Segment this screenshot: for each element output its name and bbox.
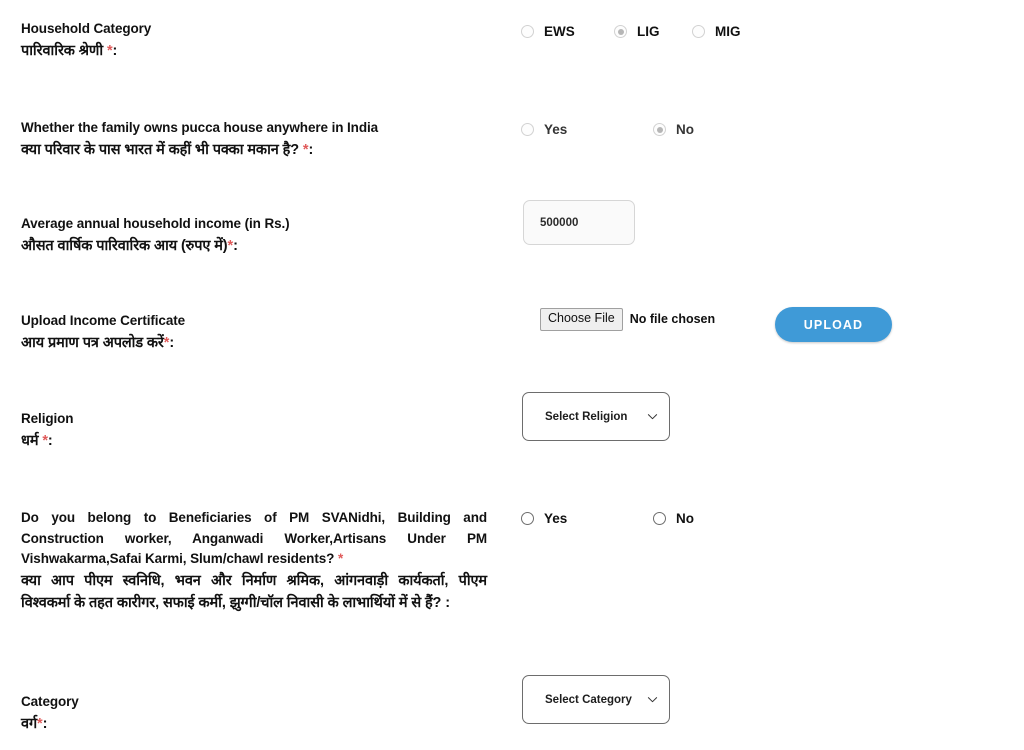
- category-label: Category वर्ग*:: [21, 692, 321, 735]
- upload-income-certificate-label: Upload Income Certificate आय प्रमाण पत्र…: [21, 311, 441, 354]
- choose-file-button[interactable]: Choose File: [540, 308, 623, 331]
- radio-label-yes: Yes: [544, 511, 568, 526]
- income-certificate-file-input[interactable]: Choose File No file chosen: [540, 308, 715, 331]
- upload-income-certificate-label-en: Upload Income Certificate: [21, 313, 186, 328]
- religion-label-en: Religion: [21, 411, 74, 426]
- chevron-down-icon: [647, 411, 658, 422]
- radio-option-lig[interactable]: LIG: [614, 24, 692, 39]
- upload-button[interactable]: UPLOAD: [775, 307, 892, 342]
- annual-income-label: Average annual household income (in Rs.)…: [21, 214, 441, 257]
- radio-option-ews[interactable]: EWS: [521, 24, 614, 39]
- category-label-en: Category: [21, 694, 79, 709]
- owns-pucca-house-label-en: Whether the family owns pucca house anyw…: [21, 120, 379, 135]
- category-select-value: Select Category: [545, 693, 632, 706]
- category-label-hi: वर्ग*:: [21, 715, 48, 732]
- beneficiary-scheme-label-en-line3: Vishwakarma,Safai Karmi, Slum/chawl resi…: [21, 551, 344, 567]
- radio-option-mig[interactable]: MIG: [692, 24, 741, 39]
- beneficiary-scheme-label-en-line1: Do you belong to Beneficiaries of PM SVA…: [21, 510, 487, 525]
- beneficiary-scheme-label-hi-line1: क्या आप पीएम स्वनिधि, भवन और निर्माण श्र…: [21, 572, 487, 589]
- owns-pucca-house-radio-group: Yes No: [521, 122, 694, 137]
- household-details-form: Household Category पारिवारिक श्रेणी *: E…: [0, 0, 1024, 750]
- annual-income-label-en: Average annual household income (in Rs.): [21, 216, 290, 231]
- upload-button-label: UPLOAD: [803, 317, 864, 332]
- chevron-down-icon: [647, 694, 658, 705]
- no-file-chosen-text: No file chosen: [629, 312, 716, 327]
- beneficiary-scheme-label-en-line2: Construction worker, Anganwadi Worker,Ar…: [21, 530, 487, 546]
- radio-option-no[interactable]: No: [653, 511, 694, 526]
- radio-label-no: No: [676, 122, 694, 137]
- beneficiary-scheme-radio-group: Yes No: [521, 511, 694, 526]
- annual-income-label-hi: औसत वार्षिक पारिवारिक आय (रुपए में)*:: [21, 237, 238, 254]
- religion-select-value: Select Religion: [545, 410, 628, 423]
- religion-label-hi: धर्म *:: [21, 432, 53, 449]
- household-category-radio-group: EWS LIG MIG: [521, 24, 741, 39]
- radio-circle-icon[interactable]: [521, 25, 534, 38]
- radio-label-yes: Yes: [544, 122, 568, 137]
- radio-circle-icon[interactable]: [521, 123, 534, 136]
- upload-income-certificate-label-hi: आय प्रमाण पत्र अपलोड करें*:: [21, 334, 175, 351]
- annual-income-input[interactable]: [523, 200, 635, 245]
- category-select[interactable]: Select Category: [522, 675, 670, 724]
- radio-label-ews: EWS: [544, 24, 575, 39]
- beneficiary-scheme-label: Do you belong to Beneficiaries of PM SVA…: [21, 508, 487, 614]
- household-category-label-hi: पारिवारिक श्रेणी *:: [21, 42, 118, 59]
- radio-circle-icon[interactable]: [653, 512, 666, 525]
- required-asterisk: *: [337, 551, 344, 567]
- radio-circle-selected-icon[interactable]: [653, 123, 666, 136]
- radio-option-yes[interactable]: Yes: [521, 122, 653, 137]
- religion-label: Religion धर्म *:: [21, 409, 321, 452]
- radio-circle-icon[interactable]: [692, 25, 705, 38]
- radio-option-no[interactable]: No: [653, 122, 694, 137]
- household-category-label-en: Household Category: [21, 21, 152, 36]
- radio-circle-icon[interactable]: [521, 512, 534, 525]
- radio-option-yes[interactable]: Yes: [521, 511, 653, 526]
- radio-circle-selected-icon[interactable]: [614, 25, 627, 38]
- radio-label-lig: LIG: [637, 24, 660, 39]
- radio-label-mig: MIG: [715, 24, 741, 39]
- beneficiary-scheme-label-hi-line2: विश्वकर्मा के तहत कारीगर, सफाई कर्मी, झु…: [21, 595, 450, 612]
- owns-pucca-house-label: Whether the family owns pucca house anyw…: [21, 118, 491, 161]
- radio-label-no: No: [676, 511, 694, 526]
- household-category-label: Household Category पारिवारिक श्रेणी *:: [21, 19, 441, 62]
- religion-select[interactable]: Select Religion: [522, 392, 670, 441]
- owns-pucca-house-label-hi: क्या परिवार के पास भारत में कहीं भी पक्क…: [21, 141, 314, 158]
